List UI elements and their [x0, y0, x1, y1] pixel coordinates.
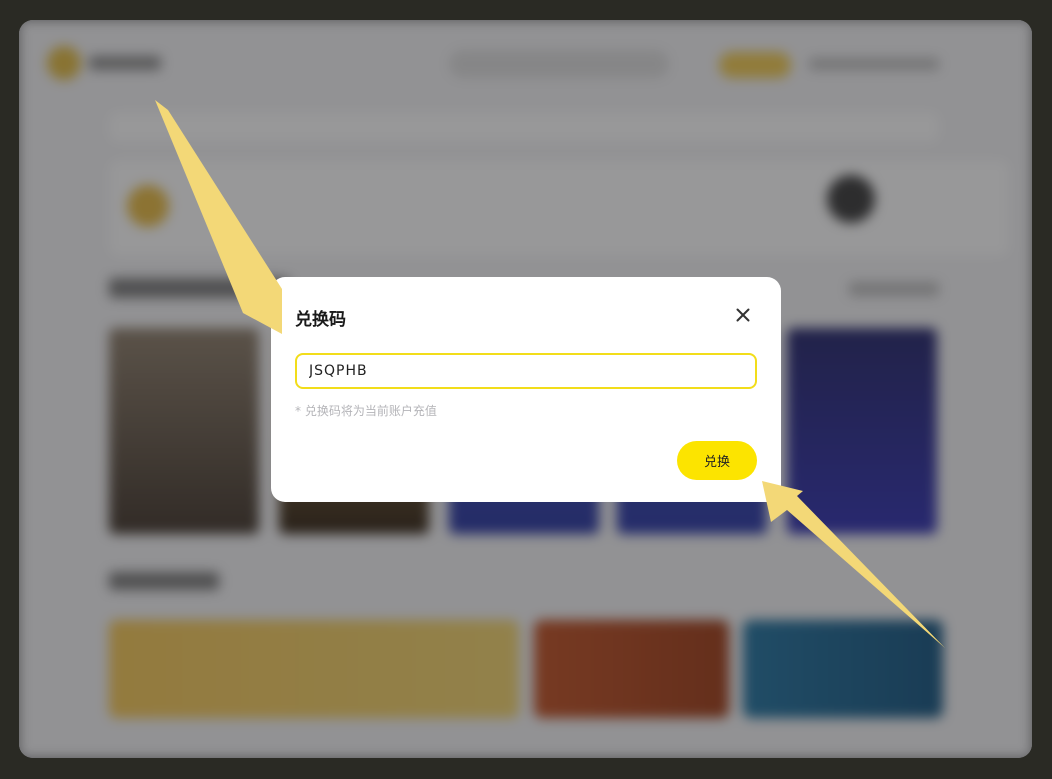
hint-text: * 兑换码将为当前账户充值	[295, 404, 437, 418]
redeem-code-dialog: 兑换码 * 兑换码将为当前账户充值 兑换	[271, 277, 781, 502]
close-icon[interactable]	[731, 303, 755, 327]
redeem-code-input[interactable]	[295, 353, 757, 389]
dialog-title: 兑换码	[295, 310, 346, 330]
redeem-button[interactable]: 兑换	[677, 441, 757, 480]
